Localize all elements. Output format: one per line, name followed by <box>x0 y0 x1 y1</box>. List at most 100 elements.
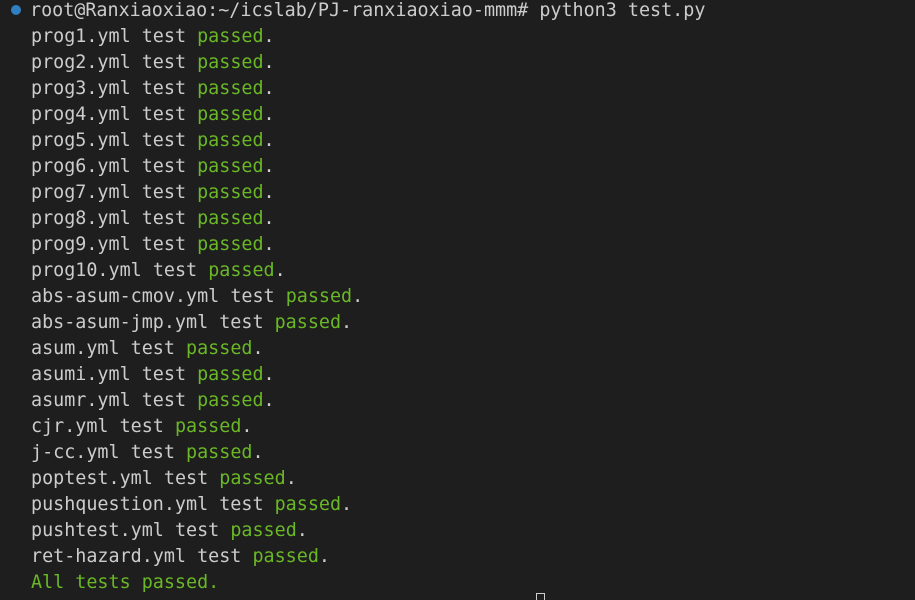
test-word: test <box>219 312 264 333</box>
test-status: passed <box>219 468 286 489</box>
test-file-name: abs-asum-jmp.yml <box>31 312 209 333</box>
command-line: root@Ranxiaoxiao:~/icslab/PJ-ranxiaoxiao… <box>30 0 706 21</box>
test-word: test <box>163 468 209 489</box>
test-word: test <box>141 52 187 73</box>
test-file-name: prog7.yml <box>31 182 131 203</box>
test-status: passed <box>208 260 275 281</box>
test-file-name: prog8.yml <box>31 208 131 229</box>
test-result-line: prog6.yml test passed. <box>31 154 275 180</box>
test-status: passed <box>285 286 353 307</box>
test-line-end: . <box>263 182 275 203</box>
terminal-panel[interactable]: root@Ranxiaoxiao:~/icslab/PJ-ranxiaoxiao… <box>0 0 915 600</box>
test-line-end: . <box>341 312 353 333</box>
test-status: passed <box>197 26 264 47</box>
test-line-end: . <box>274 260 286 281</box>
test-file-name: prog6.yml <box>31 156 131 177</box>
test-status: passed <box>197 130 264 151</box>
test-file-name: pushtest.yml <box>31 520 164 541</box>
test-file-name: prog5.yml <box>31 130 131 151</box>
test-result-line: prog7.yml test passed. <box>31 180 275 206</box>
test-status: passed <box>186 338 253 359</box>
test-status: passed <box>274 494 342 515</box>
test-status: passed <box>197 182 264 203</box>
test-file-name: cjr.yml <box>31 416 109 437</box>
test-status: passed <box>197 390 264 411</box>
test-word: test <box>230 286 275 307</box>
test-word: test <box>141 234 187 255</box>
command-status-dot-icon[interactable] <box>11 5 21 15</box>
test-status: passed <box>252 546 319 567</box>
test-word: test <box>141 130 187 151</box>
test-result-line: j-cc.yml test passed. <box>31 440 264 466</box>
test-line-end: . <box>263 208 275 229</box>
test-word: test <box>119 416 164 437</box>
test-status: passed <box>186 442 253 463</box>
test-line-end: . <box>285 468 297 489</box>
test-line-end: . <box>263 234 275 255</box>
test-word: test <box>130 442 175 463</box>
test-status: passed <box>197 52 264 73</box>
test-word: test <box>141 26 187 47</box>
test-result-line: prog3.yml test passed. <box>31 76 275 102</box>
test-result-line: pushtest.yml test passed. <box>31 518 308 544</box>
test-line-end: . <box>241 416 253 437</box>
test-status: passed <box>197 208 264 229</box>
test-result-line: cjr.yml test passed. <box>31 414 252 440</box>
test-word: test <box>141 104 187 125</box>
test-line-end: . <box>352 286 364 307</box>
test-file-name: prog9.yml <box>31 234 131 255</box>
test-result-line: prog2.yml test passed. <box>31 50 275 76</box>
test-line-end: . <box>252 442 264 463</box>
test-status: passed <box>197 78 264 99</box>
test-line-end: . <box>263 52 275 73</box>
test-file-name: abs-asum-cmov.yml <box>31 286 220 307</box>
test-status: passed <box>274 312 342 333</box>
test-result-line: ret-hazard.yml test passed. <box>31 544 330 570</box>
test-word: test <box>130 338 175 359</box>
text-cursor <box>536 593 545 600</box>
test-file-name: prog2.yml <box>31 52 131 73</box>
test-word: test <box>152 260 198 281</box>
test-line-end: . <box>263 104 275 125</box>
test-line-end: . <box>341 494 353 515</box>
test-result-line: prog1.yml test passed. <box>31 24 275 50</box>
test-line-end: . <box>263 390 275 411</box>
summary-line: All tests passed. <box>31 572 220 593</box>
test-result-line: prog8.yml test passed. <box>31 206 275 232</box>
test-line-end: . <box>252 338 264 359</box>
test-file-name: prog1.yml <box>31 26 131 47</box>
test-result-line: asum.yml test passed. <box>31 336 264 362</box>
test-file-name: j-cc.yml <box>31 442 120 463</box>
test-status: passed <box>174 416 242 437</box>
test-file-name: prog3.yml <box>31 78 131 99</box>
test-result-line: prog9.yml test passed. <box>31 232 275 258</box>
test-status: passed <box>197 364 264 385</box>
test-file-name: asumi.yml <box>31 364 131 385</box>
test-result-line: abs-asum-jmp.yml test passed. <box>31 310 352 336</box>
test-line-end: . <box>263 364 275 385</box>
test-result-line: poptest.yml test passed. <box>31 466 297 492</box>
test-word: test <box>141 364 187 385</box>
test-line-end: . <box>263 26 275 47</box>
test-status: passed <box>197 234 264 255</box>
test-line-end: . <box>318 546 330 567</box>
test-word: test <box>141 390 187 411</box>
test-file-name: prog10.yml <box>31 260 142 281</box>
test-file-name: pushquestion.yml <box>31 494 209 515</box>
test-result-line: prog5.yml test passed. <box>31 128 275 154</box>
test-word: test <box>174 520 220 541</box>
test-word: test <box>197 546 242 567</box>
test-result-line: abs-asum-cmov.yml test passed. <box>31 284 363 310</box>
test-word: test <box>141 208 187 229</box>
test-file-name: ret-hazard.yml <box>31 546 187 567</box>
test-line-end: . <box>263 156 275 177</box>
test-file-name: prog4.yml <box>31 104 131 125</box>
test-line-end: . <box>263 130 275 151</box>
test-word: test <box>141 78 187 99</box>
test-file-name: asumr.yml <box>31 390 131 411</box>
test-result-line: asumi.yml test passed. <box>31 362 275 388</box>
test-line-end: . <box>296 520 308 541</box>
test-result-line: asumr.yml test passed. <box>31 388 275 414</box>
test-result-line: pushquestion.yml test passed. <box>31 492 352 518</box>
test-file-name: poptest.yml <box>31 468 153 489</box>
